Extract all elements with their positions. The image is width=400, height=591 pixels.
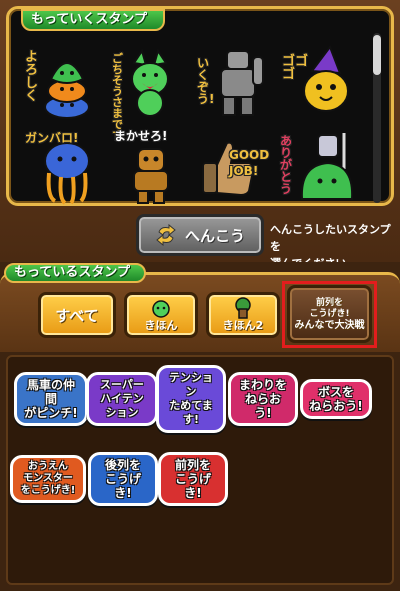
stamp-line2: ためてます!: [169, 399, 213, 426]
tab-basic2-label: きほん2: [222, 319, 264, 332]
owned-stamp-1[interactable]: 馬車の仲間 がピンチ!: [14, 372, 88, 426]
stamp-bubble: 後列を こうげき!: [88, 452, 158, 506]
stamp-word: GOOD JOB!: [229, 148, 270, 178]
stamp-word: ガンバロ!: [25, 131, 79, 145]
stamp-line2: がピンチ!: [24, 406, 78, 420]
stamp-word: よろしく: [25, 50, 39, 104]
scroll-thumb[interactable]: [373, 35, 381, 75]
stamp-word: いくぞう!: [197, 56, 215, 106]
change-button-label: へんこう: [184, 226, 245, 245]
carry-stamp-1[interactable]: よろしく: [23, 41, 108, 125]
stamp-line1: ボスを: [317, 385, 354, 399]
stamp-bubble: テンション ためてます!: [156, 365, 226, 433]
stamp-word: ありがとう: [280, 134, 293, 196]
stamp-bubble: おうえん モンスターをこうげき!: [10, 455, 86, 503]
stamp-line2: こうげき!: [174, 472, 211, 500]
carry-stamp-2[interactable]: ごちそうさまです: [108, 41, 193, 141]
owned-stamp-8[interactable]: 前列を こうげき!: [158, 452, 228, 506]
tab-basic-label: きほん: [144, 319, 178, 332]
stamp-line1: テンション: [169, 371, 213, 398]
tab-all-label: すべて: [55, 306, 99, 325]
owned-stamp-3[interactable]: テンション ためてます!: [156, 365, 226, 433]
owned-stamp-6[interactable]: おうえん モンスターをこうげき!: [10, 455, 86, 503]
change-button[interactable]: へんこう: [136, 214, 264, 256]
carry-stamp-4[interactable]: ゴゴゴ: [278, 41, 363, 125]
stamp-line2: ねらおう!: [244, 392, 281, 420]
change-hint-line1: へんこうしたいスタンプを: [270, 223, 391, 253]
green-creature-icon: [152, 300, 170, 318]
stamp-bubble: スーパー ハイテンション: [86, 372, 158, 426]
tree-monster-icon: [235, 297, 251, 319]
carry-stamp-grid: よろしく ごちそうさまです いくぞう! ゴゴゴ ガンバロ! まかせろ! GOOD…: [23, 41, 363, 211]
owned-stamp-5[interactable]: ボスを ねらおう!: [300, 376, 372, 422]
stamp-bubble: まわりを ねらおう!: [228, 372, 298, 426]
stamp-line2: モンスターをこうげき!: [20, 473, 76, 496]
stamp-line1: まわりを: [238, 378, 287, 392]
carry-panel-title: もっていくスタンプ: [21, 9, 165, 31]
stamp-line2: ハイテンション: [100, 392, 144, 419]
stamp-bubble: ボスを ねらおう!: [300, 379, 372, 419]
swap-arrows-icon: [156, 224, 176, 246]
carry-stamp-7[interactable]: GOOD JOB!: [193, 125, 278, 209]
stamp-line1: おうえん: [28, 461, 68, 472]
owned-stamp-4[interactable]: まわりを ねらおう!: [228, 372, 298, 426]
stamp-bubble: 前列を こうげき!: [158, 452, 228, 506]
owned-panel-title: もっているスタンプ: [4, 263, 146, 283]
stamp-line1: スーパー: [100, 378, 144, 391]
selected-tab-highlight: [282, 281, 377, 348]
stamp-word: ゴゴゴ: [282, 54, 309, 82]
carry-scrollbar[interactable]: [373, 33, 381, 203]
owned-stamp-7[interactable]: 後列を こうげき!: [88, 452, 158, 506]
tab-basic2[interactable]: きほん2: [206, 292, 280, 338]
stamp-line2: ねらおう!: [309, 399, 363, 413]
stamp-line1: 前列を: [174, 458, 211, 472]
carry-stamp-8[interactable]: ありがとう: [278, 125, 363, 209]
tab-basic[interactable]: きほん: [124, 292, 198, 338]
carry-stamp-6[interactable]: まかせろ!: [108, 125, 193, 209]
carry-stamp-5[interactable]: ガンバロ!: [23, 125, 108, 209]
stamp-word: まかせろ!: [114, 129, 168, 143]
owned-stamp-2[interactable]: スーパー ハイテンション: [86, 372, 158, 426]
stamp-line2: こうげき!: [104, 472, 141, 500]
carry-stamp-3[interactable]: いくぞう!: [193, 41, 278, 125]
stamp-line1: 馬車の仲間: [26, 378, 75, 406]
stamp-bubble: 馬車の仲間 がピンチ!: [14, 372, 88, 426]
carry-stamp-panel: もっていくスタンプ よろしく ごちそうさまです いくぞう! ゴゴゴ ガンバロ! …: [6, 6, 394, 206]
stamp-line1: 後列を: [104, 458, 141, 472]
tab-all[interactable]: すべて: [38, 292, 116, 338]
